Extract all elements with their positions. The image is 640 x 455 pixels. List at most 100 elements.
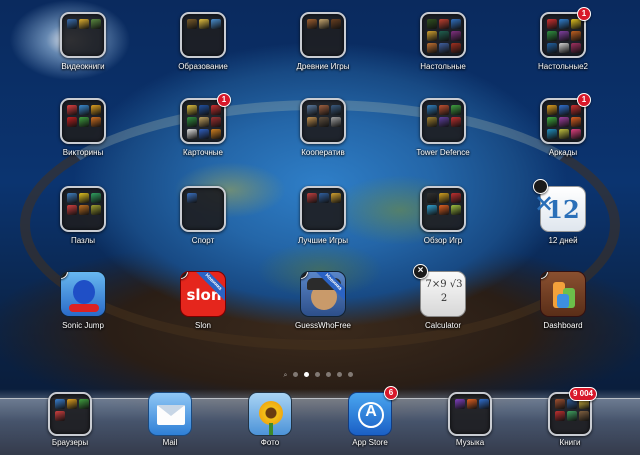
folder-app-thumbnail-icon — [187, 117, 197, 127]
folder-app-thumbnail-icon — [331, 193, 341, 203]
folder-tower-defence[interactable]: Tower Defence — [393, 98, 493, 158]
folder-app-thumbnail-icon — [199, 105, 209, 115]
folder-tile[interactable] — [300, 186, 346, 232]
app-label: Dashboard — [543, 321, 583, 330]
folder-tile[interactable] — [180, 12, 226, 58]
folder-label: Образование — [178, 62, 228, 71]
dock-label: Книги — [559, 438, 581, 447]
folder-tile[interactable]: 9 004 — [548, 387, 597, 436]
folder-board-games-2[interactable]: 1 Настольные2 — [513, 7, 613, 72]
folder-label: Кооператив — [301, 148, 345, 157]
dock-mail[interactable]: Mail — [120, 392, 220, 448]
dock-photos[interactable]: Фото — [220, 392, 320, 448]
folder-app-thumbnail-icon — [547, 19, 557, 29]
folder-games-review[interactable]: Обзор Игр — [393, 186, 493, 246]
folder-tile[interactable] — [448, 392, 492, 436]
folder-tile[interactable]: 1 — [540, 93, 591, 144]
envelope-icon[interactable] — [148, 392, 192, 436]
folder-app-thumbnail-icon — [559, 105, 569, 115]
folder-tile[interactable] — [60, 186, 106, 232]
folder-tile[interactable] — [420, 98, 466, 144]
delete-app-icon[interactable]: × — [541, 272, 548, 279]
app-slon[interactable]: slonНовинка× Slon — [153, 271, 253, 331]
folder-app-thumbnail-icon — [187, 129, 197, 139]
delete-app-icon[interactable]: × — [301, 272, 308, 279]
folder-tile[interactable]: 1 — [180, 93, 231, 144]
folder-app-thumbnail-icon — [547, 31, 557, 41]
notification-badge: 6 — [384, 386, 398, 400]
folder-tile[interactable] — [48, 392, 92, 436]
folder-coop[interactable]: Кооператив — [273, 98, 373, 158]
page-indicator[interactable]: ⌕ — [0, 364, 640, 379]
folder-app-thumbnail-icon — [91, 105, 101, 115]
folder-app-thumbnail-icon — [547, 129, 557, 139]
app-12-days[interactable]: 12 × 12 дней — [513, 179, 613, 246]
app-sonic-jump[interactable]: × Sonic Jump — [33, 271, 133, 331]
dock-label: Браузеры — [51, 438, 89, 447]
folder-sport[interactable]: Спорт — [153, 186, 253, 246]
app-dashboard[interactable]: × Dashboard — [513, 271, 613, 331]
notification-badge: 1 — [577, 7, 591, 21]
folder-app-thumbnail-icon — [79, 399, 89, 409]
folder-tile[interactable]: 1 — [540, 7, 591, 58]
app-calculator[interactable]: 7×9 √3 2 × Calculator — [393, 264, 493, 331]
folder-app-thumbnail-icon — [559, 117, 569, 127]
sunflower-stem-shape — [269, 423, 273, 435]
dock-app-store[interactable]: A 6 App Store — [320, 386, 420, 448]
color-bars-icon[interactable]: × — [540, 271, 586, 317]
folder-app-thumbnail-icon — [199, 19, 209, 29]
folder-label: Настольные2 — [538, 62, 588, 71]
folder-app-thumbnail-icon — [79, 193, 89, 203]
app-label: 12 дней — [548, 236, 578, 245]
folder-app-thumbnail-icon — [91, 19, 101, 29]
app-guesswhofree[interactable]: Новинка× GuessWhoFree — [273, 271, 373, 331]
folder-tile[interactable] — [60, 12, 106, 58]
delete-app-icon[interactable]: × — [61, 272, 68, 279]
folder-app-thumbnail-icon — [571, 117, 581, 127]
folder-tile[interactable] — [300, 98, 346, 144]
app-tile-text: 7×9 √3 2 — [425, 279, 463, 304]
folder-puzzles[interactable]: Пазлы — [33, 186, 133, 246]
folder-tile[interactable] — [420, 12, 466, 58]
delete-app-icon[interactable]: × — [181, 272, 188, 279]
notification-badge: 1 — [217, 93, 231, 107]
folder-app-thumbnail-icon — [79, 117, 89, 127]
folder-label: Викторины — [62, 148, 104, 157]
dock-music[interactable]: Музыка — [420, 392, 520, 448]
face-with-hat-icon[interactable]: Новинка× — [300, 271, 346, 317]
folder-app-thumbnail-icon — [571, 31, 581, 41]
folder-ancient-games[interactable]: Древние Игры — [273, 12, 373, 72]
folder-tile[interactable] — [180, 186, 226, 232]
folder-app-thumbnail-icon — [91, 117, 101, 127]
slon-logo-icon[interactable]: slonНовинка× — [180, 271, 226, 317]
folder-label: Обзор Игр — [423, 236, 463, 245]
folder-tile[interactable] — [420, 186, 466, 232]
folder-education[interactable]: Образование — [153, 12, 253, 72]
folder-board-games[interactable]: Настольные — [393, 12, 493, 72]
delete-app-icon[interactable]: × — [413, 264, 428, 279]
folder-label: Tower Defence — [416, 148, 470, 157]
app-store-icon[interactable]: A6 — [348, 386, 398, 436]
sonic-body-shape — [73, 280, 95, 304]
delete-app-icon[interactable]: × — [533, 179, 554, 217]
notification-badge: 9 004 — [568, 387, 597, 401]
folder-app-thumbnail-icon — [439, 43, 449, 53]
folder-arcades[interactable]: 1 Аркады — [513, 93, 613, 158]
folder-app-thumbnail-icon — [579, 411, 589, 421]
folder-label: Видеокниги — [61, 62, 105, 71]
sunflower-icon[interactable] — [248, 392, 292, 436]
spotlight-search-icon[interactable]: ⌕ — [284, 372, 288, 380]
folder-videobooks[interactable]: Видеокниги — [33, 12, 133, 72]
handwritten-math-icon[interactable]: 7×9 √3 2 × — [413, 264, 466, 317]
folder-tile[interactable] — [60, 98, 106, 144]
folder-quizzes[interactable]: Викторины — [33, 98, 133, 158]
calendar-12-icon[interactable]: 12 × — [533, 179, 586, 232]
sonic-hedgehog-icon[interactable]: × — [60, 271, 106, 317]
folder-tile[interactable] — [300, 12, 346, 58]
folder-card-games[interactable]: 1 Карточные — [153, 93, 253, 158]
dock-books[interactable]: 9 004 Книги — [520, 387, 620, 448]
folder-app-thumbnail-icon — [439, 193, 449, 203]
folder-app-thumbnail-icon — [567, 411, 577, 421]
dock-browsers[interactable]: Браузеры — [20, 392, 120, 448]
folder-best-games[interactable]: Лучшие Игры — [273, 186, 373, 246]
